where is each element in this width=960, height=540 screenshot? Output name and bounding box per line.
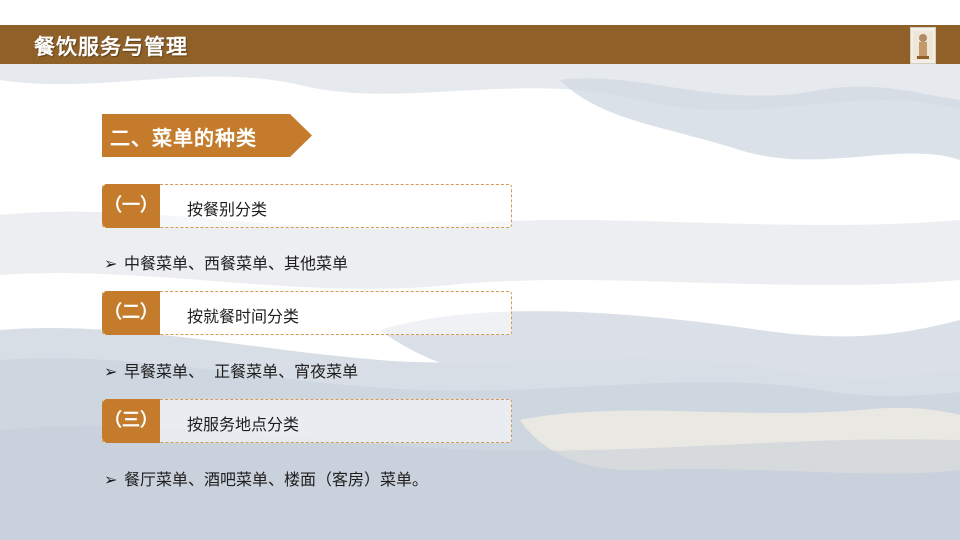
category-detail: ➢ 早餐菜单、 正餐菜单、宵夜菜单 bbox=[104, 358, 358, 382]
category-number-tag: （二） bbox=[102, 291, 160, 335]
category-number: （三） bbox=[104, 410, 158, 431]
category-frame bbox=[102, 399, 512, 443]
category-detail-text: 餐厅菜单、酒吧菜单、楼面（客房）菜单。 bbox=[124, 470, 429, 489]
category-label: 按就餐时间分类 bbox=[187, 307, 300, 326]
section-title: 二、菜单的种类 bbox=[110, 126, 257, 150]
category-detail: ➢ 中餐菜单、西餐菜单、其他菜单 bbox=[104, 250, 348, 274]
category-box: （一） 按餐别分类 bbox=[102, 184, 512, 228]
category-frame bbox=[102, 291, 512, 335]
category-box: （三） 按服务地点分类 bbox=[102, 399, 512, 443]
category-number: （一） bbox=[104, 195, 158, 216]
category-label: 按服务地点分类 bbox=[187, 415, 300, 434]
category-number: （二） bbox=[104, 302, 158, 323]
section-heading: 二、菜单的种类 bbox=[102, 114, 312, 157]
category-detail-text: 中餐菜单、西餐菜单、其他菜单 bbox=[124, 254, 349, 273]
category-label: 按餐别分类 bbox=[187, 200, 268, 219]
category-detail-text: 早餐菜单、 正餐菜单、宵夜菜单 bbox=[124, 362, 359, 381]
arrow-bullet-icon: ➢ bbox=[104, 254, 118, 273]
category-frame bbox=[102, 184, 512, 228]
header-title: 餐饮服务与管理 bbox=[34, 35, 188, 59]
category-number-tag: （三） bbox=[102, 399, 160, 443]
logo-image bbox=[910, 27, 936, 64]
arrow-bullet-icon: ➢ bbox=[104, 362, 118, 381]
arrow-bullet-icon: ➢ bbox=[104, 470, 118, 489]
header-bar: 餐饮服务与管理 bbox=[0, 25, 960, 64]
category-detail: ➢ 餐厅菜单、酒吧菜单、楼面（客房）菜单。 bbox=[104, 466, 428, 490]
category-box: （二） 按就餐时间分类 bbox=[102, 291, 512, 335]
category-number-tag: （一） bbox=[102, 184, 160, 228]
